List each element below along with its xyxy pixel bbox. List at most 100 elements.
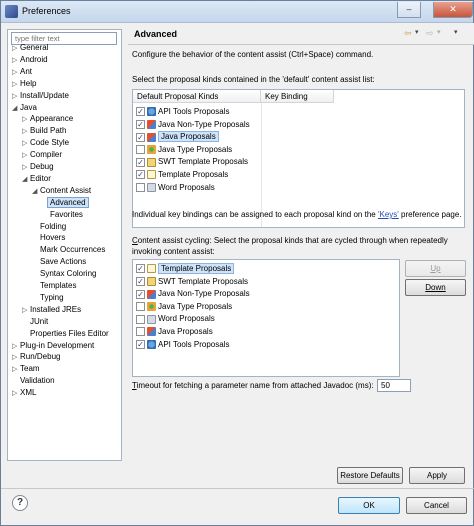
tree-item-code-style[interactable]: ▷ Code Style [22,137,69,149]
tree-item-label: Content Assist [40,185,92,195]
proposal-label: Template Proposals [158,170,229,179]
help-icon[interactable]: ? [12,495,28,511]
back-arrow-icon[interactable]: ⇦ [404,28,412,39]
proposal-row[interactable]: Java Type Proposals [136,301,232,313]
proposal-row[interactable]: ✓ Java Proposals [136,131,219,143]
proposal-row[interactable]: Java Proposals [136,326,213,338]
column-header-kinds[interactable]: Default Proposal Kinds [133,90,261,103]
down-button[interactable]: Down [405,279,466,296]
tree-item-validation[interactable]: Validation [12,375,55,387]
page-title: Advanced [134,29,178,39]
proposal-label: Java Type Proposals [158,301,233,311]
proposal-row[interactable]: ✓ API Tools Proposals [136,339,229,351]
java-proposal-icon [147,327,156,337]
proposal-row[interactable]: Word Proposals [136,313,215,325]
tree-item-team[interactable]: ▷ Team [12,363,40,375]
apply-button[interactable]: Apply [409,467,465,484]
proposal-row[interactable]: Java Type Proposals [136,144,232,156]
proposal-checkbox[interactable]: ✓ [136,157,145,167]
proposal-checkbox[interactable]: ✓ [136,107,145,117]
proposal-row[interactable]: ✓ Java Non-Type Proposals [136,119,250,131]
tree-item-junit[interactable]: JUnit [22,316,48,328]
tree-item-favorites[interactable]: Favorites [42,209,83,221]
proposal-checkbox[interactable]: ✓ [136,339,145,349]
forward-arrow-icon[interactable]: ⇨ [426,28,434,39]
tree-item-android[interactable]: ▷ Android [12,54,48,66]
proposal-row[interactable]: ✓ Template Proposals [136,263,235,275]
proposal-checkbox[interactable]: ✓ [136,289,145,299]
proposal-checkbox[interactable]: ✓ [136,119,145,129]
view-menu-icon[interactable]: ▾ [454,28,458,36]
tree-item-label: Compiler [30,150,63,160]
tree-item-label: Java [20,102,37,112]
tree-item-syntax-coloring[interactable]: Syntax Coloring [32,268,96,280]
proposal-row[interactable]: ✓ SWT Template Proposals [136,156,248,168]
proposal-checkbox[interactable] [136,182,145,192]
title-bar: Preferences – □ ✕ [1,1,473,23]
tree-item-debug[interactable]: ▷ Debug [22,161,54,173]
tree-item-folding[interactable]: Folding [32,221,66,233]
tree-item-run-debug[interactable]: ▷ Run/Debug [12,351,60,363]
tree-item-label: Properties Files Editor [30,328,109,338]
tree-item-templates[interactable]: Templates [32,280,76,292]
tree-item-build-path[interactable]: ▷ Build Path [22,125,66,137]
proposal-checkbox[interactable] [136,145,145,155]
tree-item-java[interactable]: ◢ Java [12,102,37,114]
tree-item-advanced[interactable]: Advanced [42,196,89,209]
proposal-checkbox[interactable]: ✓ [136,170,145,180]
proposal-checkbox[interactable]: ✓ [136,264,145,274]
proposal-checkbox[interactable] [136,314,145,324]
tree-item-appearance[interactable]: ▷ Appearance [22,113,73,125]
timeout-input[interactable]: 50 [377,379,411,392]
tree-item-typing[interactable]: Typing [32,292,64,304]
proposal-label: Java Non-Type Proposals [158,119,250,129]
proposal-row[interactable]: ✓ SWT Template Proposals [136,276,248,288]
cancel-button[interactable]: Cancel [406,497,467,514]
tree-item-label: Team [20,364,40,374]
tree-item-plug-in-development[interactable]: ▷ Plug-in Development [12,340,94,352]
proposal-row[interactable]: ✓ Java Non-Type Proposals [136,288,250,300]
tree-item-xml[interactable]: ▷ XML [12,387,36,399]
tree-item-label: Advanced [47,196,89,208]
back-history-dropdown-icon[interactable]: ▾ [415,28,419,36]
minimize-button[interactable]: – [397,2,421,18]
tree-item-install-update[interactable]: ▷ Install/Update [12,90,69,102]
tree-item-label: Code Style [30,138,70,148]
tree-item-content-assist[interactable]: ◢ Content Assist [32,185,91,197]
tree-item-general[interactable]: ▷ General [12,42,48,54]
column-header-binding[interactable]: Key Binding [261,90,334,103]
expand-toggle-icon[interactable]: ◢ [22,174,30,186]
tree-item-editor[interactable]: ◢ Editor [22,173,51,185]
proposal-label: API Tools Proposals [158,107,230,116]
restore-defaults-button[interactable]: Restore Defaults [337,467,403,484]
close-button[interactable]: ✕ [433,2,473,18]
expand-toggle-icon[interactable]: ◢ [32,186,40,198]
tree-item-properties-files-editor[interactable]: Properties Files Editor [22,328,109,340]
tree-item-label: Installed JREs [30,304,82,314]
proposal-checkbox[interactable] [136,327,145,337]
cycling-proposal-list: ✓ Template Proposals ✓ SWT Template Proposa… [132,259,400,377]
proposal-row[interactable]: ✓ Template Proposals [136,169,228,181]
ok-button[interactable]: OK [338,497,400,514]
proposal-checkbox[interactable] [136,302,145,312]
forward-history-dropdown-icon[interactable]: ▾ [437,28,441,36]
proposal-row[interactable]: ✓ API Tools Proposals [136,106,229,118]
tree-item-label: Debug [30,162,54,171]
tree-item-compiler[interactable]: ▷ Compiler [22,149,62,161]
page-description: Configure the behavior of the content as… [132,50,374,59]
proposal-checkbox[interactable]: ✓ [136,132,145,142]
tree-item-hovers[interactable]: Hovers [32,232,65,244]
up-button[interactable]: Up [405,260,466,277]
tree-item-installed-jres[interactable]: ▷ Installed JREs [22,304,81,316]
footer-separator [1,488,474,489]
tree-item-help[interactable]: ▷ Help [12,78,36,90]
tree-item-ant[interactable]: ▷ Ant [12,66,32,78]
tree-item-save-actions[interactable]: Save Actions [32,256,86,268]
tree-item-mark-occurrences[interactable]: Mark Occurrences [32,244,105,256]
expand-toggle-icon[interactable]: ▷ [12,388,20,400]
expand-toggle-icon[interactable]: ◢ [12,103,20,115]
proposal-row[interactable]: Word Proposals [136,182,215,194]
default-list-label: Select the proposal kinds contained in t… [132,75,375,84]
proposal-checkbox[interactable]: ✓ [136,276,145,286]
keys-preference-link[interactable]: 'Keys' [378,210,399,219]
